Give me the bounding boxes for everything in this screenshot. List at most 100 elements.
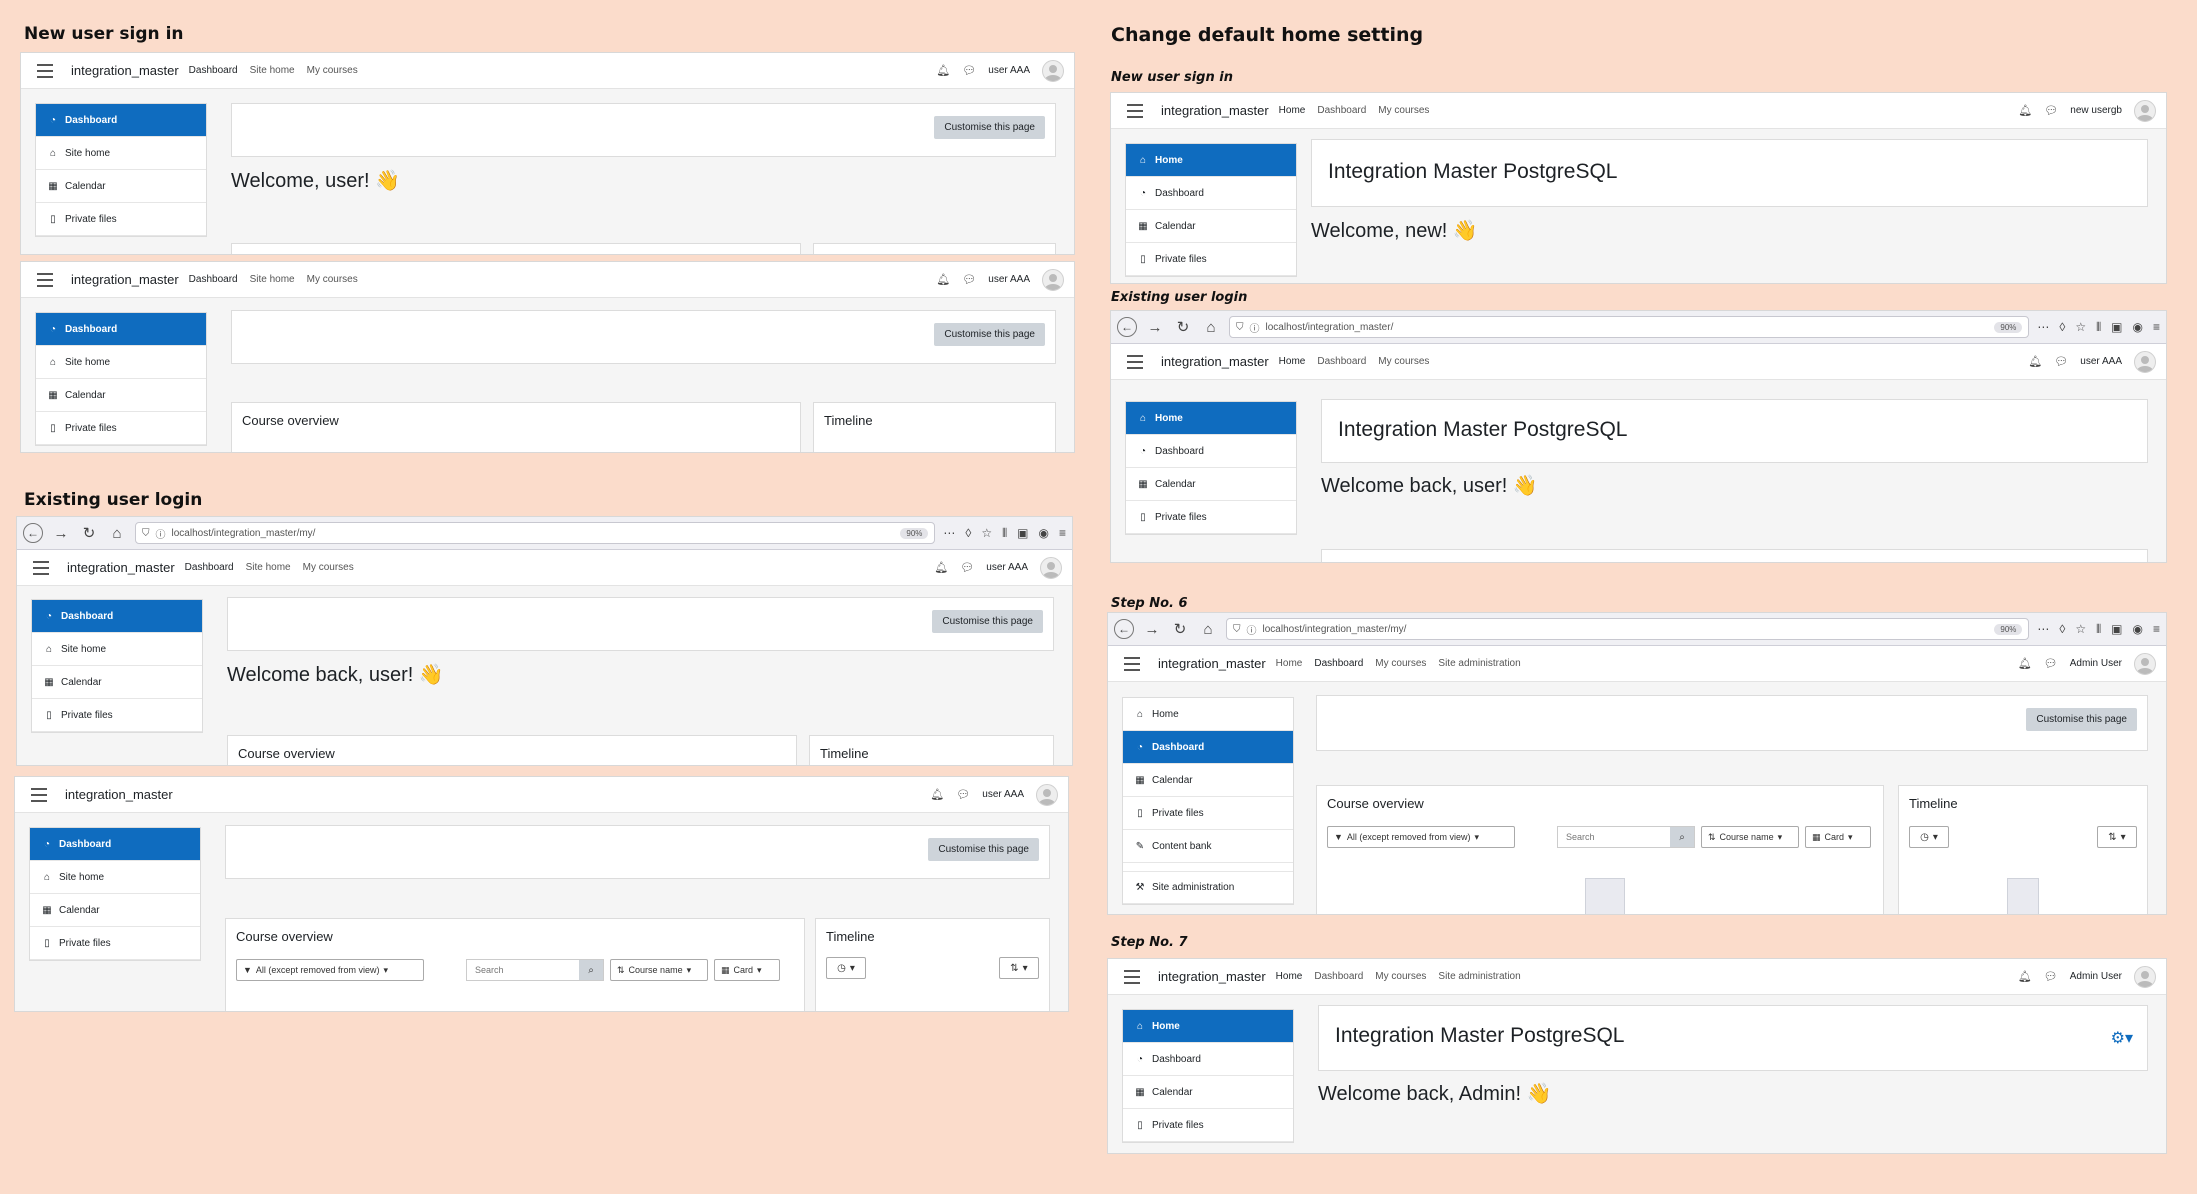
hamburger-menu-button[interactable] (1118, 964, 1146, 990)
library-icon[interactable]: ⫴ (2096, 622, 2101, 637)
hamburger-menu-button[interactable] (1121, 98, 1149, 124)
sidebar-icon[interactable]: ▣ (2111, 320, 2122, 335)
timeline-filter-button[interactable]: ◷ ▾ (1909, 826, 1949, 848)
nav-link-my-courses[interactable]: My courses (1375, 658, 1426, 669)
nav-link-home[interactable]: Home (1276, 971, 1303, 982)
chat-icon[interactable]: 💬︎ (2044, 970, 2058, 983)
nav-link-my-courses[interactable]: My courses (1378, 105, 1429, 116)
customise-page-button[interactable]: Customise this page (934, 323, 1045, 346)
avatar[interactable] (2134, 99, 2156, 122)
account-icon[interactable]: ◉ (2133, 320, 2143, 335)
site-brand[interactable]: integration_master (1161, 103, 1269, 118)
filter-dropdown[interactable]: ▼ All (except removed from view) ▾ (1327, 826, 1515, 848)
drawer-item-content-bank[interactable]: ✎ Content bank (1123, 830, 1293, 863)
timeline-filter-button[interactable]: ◷ ▾ (826, 957, 866, 979)
drawer-item-calendar[interactable]: ▦ Calendar (1123, 1076, 1293, 1109)
back-icon[interactable]: ← (1117, 317, 1137, 337)
drawer-item-home[interactable]: ⌂ Home (1126, 144, 1296, 177)
user-name[interactable]: user AAA (982, 789, 1024, 800)
user-name[interactable]: new usergb (2070, 105, 2122, 116)
sidebar-icon[interactable]: ▣ (2111, 622, 2122, 637)
chat-icon[interactable]: 💬︎ (962, 64, 976, 77)
drawer-item-private-files[interactable]: ▯ Private files (1126, 243, 1296, 276)
back-icon[interactable]: ← (23, 523, 43, 543)
sidebar-icon[interactable]: ▣ (1017, 526, 1028, 541)
more-icon[interactable]: ⋯ (943, 526, 955, 541)
chat-icon[interactable]: 💬︎ (962, 273, 976, 286)
user-name[interactable]: user AAA (2080, 356, 2122, 367)
drawer-item-calendar[interactable]: ▦ Calendar (1126, 468, 1296, 501)
drawer-item-site-home[interactable]: ⌂ Site home (36, 137, 206, 170)
drawer-item-private-files[interactable]: ▯ Private files (36, 203, 206, 236)
nav-link-home[interactable]: Home (1276, 658, 1303, 669)
user-name[interactable]: user AAA (986, 562, 1028, 573)
bell-icon[interactable]: 🔔︎ (2018, 104, 2032, 117)
drawer-item-calendar[interactable]: ▦ Calendar (32, 666, 202, 699)
reload-icon[interactable]: ↻ (79, 523, 99, 543)
site-brand[interactable]: integration_master (1158, 656, 1266, 671)
drawer-item-calendar[interactable]: ▦ Calendar (1126, 210, 1296, 243)
chat-icon[interactable]: 💬︎ (2044, 657, 2058, 670)
pocket-icon[interactable]: ◊ (2059, 320, 2065, 335)
zoom-level[interactable]: 90% (1994, 321, 2023, 333)
forward-icon[interactable]: → (1142, 619, 1162, 639)
menu-icon[interactable]: ≡ (2153, 320, 2160, 335)
site-brand[interactable]: integration_master (1158, 969, 1266, 984)
hamburger-menu-button[interactable] (27, 555, 55, 581)
nav-link-site-home[interactable]: Site home (246, 562, 291, 573)
drawer-item-calendar[interactable]: ▦ Calendar (30, 894, 200, 927)
drawer-item-private-files[interactable]: ▯ Private files (32, 699, 202, 732)
zoom-level[interactable]: 90% (900, 527, 929, 539)
drawer-item-calendar[interactable]: ▦ Calendar (1123, 764, 1293, 797)
zoom-level[interactable]: 90% (1994, 623, 2023, 635)
star-icon[interactable]: ☆ (981, 526, 992, 541)
home-icon[interactable]: ⌂ (1201, 317, 1221, 337)
drawer-item-dashboard[interactable]: ◔ Dashboard (1123, 1043, 1293, 1076)
chat-icon[interactable]: 💬︎ (960, 561, 974, 574)
nav-link-my-courses[interactable]: My courses (1375, 971, 1426, 982)
reload-icon[interactable]: ↻ (1170, 619, 1190, 639)
drawer-item-home[interactable]: ⌂ Home (1123, 1010, 1293, 1043)
more-icon[interactable]: ⋯ (2037, 320, 2049, 335)
sort-dropdown[interactable]: ⇅ Course name ▾ (610, 959, 708, 981)
address-bar[interactable]: ⛉ ⓘ localhost/integration_master/ 90% (1229, 316, 2030, 338)
avatar[interactable] (1042, 268, 1064, 291)
avatar[interactable] (2134, 350, 2156, 373)
drawer-item-site-administration[interactable]: ⚒ Site administration (1123, 871, 1293, 904)
library-icon[interactable]: ⫴ (2096, 320, 2101, 335)
drawer-item-private-files[interactable]: ▯ Private files (1123, 1109, 1293, 1142)
nav-link-dashboard[interactable]: Dashboard (1314, 971, 1363, 982)
drawer-item-home[interactable]: ⌂ Home (1123, 698, 1293, 731)
bell-icon[interactable]: 🔔︎ (2018, 657, 2032, 670)
nav-link-dashboard[interactable]: Dashboard (189, 65, 238, 76)
back-icon[interactable]: ← (1114, 619, 1134, 639)
search-input[interactable]: Search ⌕ (466, 959, 604, 981)
drawer-item-private-files[interactable]: ▯ Private files (1123, 797, 1293, 830)
avatar[interactable] (1040, 556, 1062, 579)
nav-link-dashboard[interactable]: Dashboard (189, 274, 238, 285)
drawer-item-site-home[interactable]: ⌂ Site home (36, 346, 206, 379)
nav-link-site-home[interactable]: Site home (250, 274, 295, 285)
search-input[interactable]: Search ⌕ (1557, 826, 1695, 848)
search-icon[interactable]: ⌕ (579, 960, 603, 980)
site-brand[interactable]: integration_master (71, 272, 179, 287)
filter-dropdown[interactable]: ▼ All (except removed from view) ▾ (236, 959, 424, 981)
site-brand[interactable]: integration_master (67, 560, 175, 575)
pocket-icon[interactable]: ◊ (965, 526, 971, 541)
home-icon[interactable]: ⌂ (1198, 619, 1218, 639)
customise-page-button[interactable]: Customise this page (928, 838, 1039, 861)
library-icon[interactable]: ⫴ (1002, 526, 1007, 541)
menu-icon[interactable]: ≡ (1059, 526, 1066, 541)
nav-link-home[interactable]: Home (1279, 105, 1306, 116)
gear-icon[interactable]: ⚙▾ (2111, 1028, 2133, 1048)
avatar[interactable] (2134, 652, 2156, 675)
bell-icon[interactable]: 🔔︎ (930, 788, 944, 801)
hamburger-menu-button[interactable] (1118, 651, 1146, 677)
drawer-item-home[interactable]: ⌂ Home (1126, 402, 1296, 435)
bell-icon[interactable]: 🔔︎ (936, 64, 950, 77)
nav-link-my-courses[interactable]: My courses (307, 274, 358, 285)
nav-link-site-administration[interactable]: Site administration (1438, 971, 1520, 982)
menu-icon[interactable]: ≡ (2153, 622, 2160, 637)
hamburger-menu-button[interactable] (31, 58, 59, 84)
bell-icon[interactable]: 🔔︎ (934, 561, 948, 574)
